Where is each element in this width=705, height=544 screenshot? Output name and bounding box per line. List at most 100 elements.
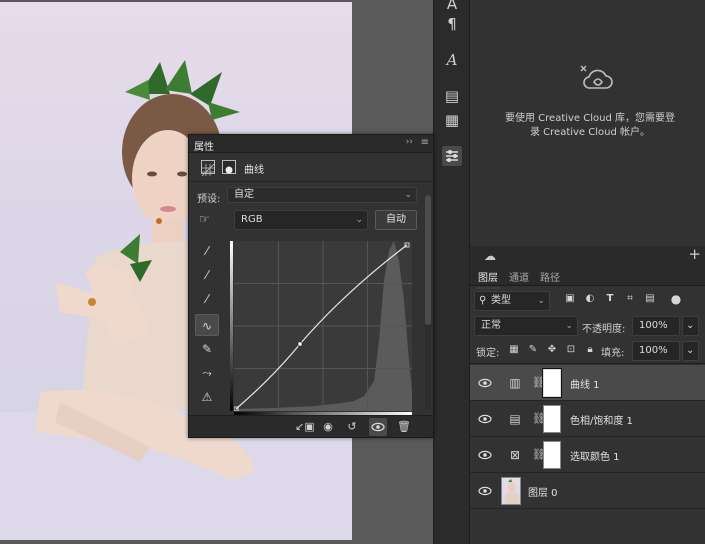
- tab-paths[interactable]: 路径: [540, 269, 560, 284]
- layer-image-thumbnail[interactable]: [501, 477, 521, 505]
- curves-adjustment-icon[interactable]: [201, 160, 215, 177]
- notes-icon[interactable]: ▦: [442, 110, 462, 130]
- chain-link-icon[interactable]: ⛓: [532, 411, 546, 427]
- preset-row: 预设: 自定 ⌄: [189, 187, 433, 205]
- lock-artboard-icon[interactable]: ⊡: [565, 344, 577, 356]
- layer-name[interactable]: 选取颜色 1: [570, 448, 620, 463]
- preset-value: 自定: [234, 189, 254, 200]
- opacity-dropdown[interactable]: ⌄: [682, 316, 699, 336]
- pencil-draw-icon[interactable]: ✎: [195, 338, 219, 360]
- blend-mode-value: 正常: [481, 320, 501, 331]
- visibility-eye-icon[interactable]: [478, 412, 492, 426]
- cloud-sync-icon[interactable]: ☁: [484, 249, 496, 263]
- clipping-warning-icon[interactable]: ⚠: [195, 386, 219, 408]
- chain-link-icon[interactable]: ⛓: [532, 447, 546, 463]
- photoshop-workspace: A ¶ A ▤ ▦ 要使用 Creative Cloud 库，您需要登录 Cre…: [0, 0, 705, 544]
- toggle-visibility-eye-icon[interactable]: [369, 418, 387, 436]
- delete-adjustment-icon[interactable]: 🗑︎: [395, 418, 413, 436]
- fill-dropdown[interactable]: ⌄: [682, 341, 699, 361]
- layer-mask-thumbnail[interactable]: [542, 368, 562, 398]
- visibility-eye-icon[interactable]: [478, 484, 492, 498]
- character-icon[interactable]: A: [442, 0, 462, 14]
- lock-transparent-icon[interactable]: ▦: [508, 344, 520, 356]
- chevron-down-icon: ⌄: [565, 321, 573, 331]
- panel-menu-icon[interactable]: ≡: [421, 137, 429, 148]
- layer-mask-thumbnail[interactable]: [543, 405, 561, 433]
- visibility-eye-icon[interactable]: [478, 448, 492, 462]
- layer-filter-select[interactable]: ⚲ 类型 ⌄: [474, 291, 550, 311]
- layer-filter-row: ⚲ 类型 ⌄ ▣ ◐ T ⌗ ▤ ●: [470, 288, 705, 312]
- properties-title: 属性: [194, 142, 214, 153]
- lock-image-icon[interactable]: ✎: [527, 344, 539, 356]
- output-gradient-bar: [230, 241, 233, 411]
- reset-adjustment-icon[interactable]: ↺: [343, 418, 361, 436]
- preset-select[interactable]: 自定 ⌄: [227, 187, 417, 203]
- layer-row-selective-color[interactable]: ⊠ ⛓ 选取颜色 1: [470, 437, 705, 473]
- chevron-down-icon: ⌄: [404, 190, 412, 200]
- add-icon[interactable]: +: [688, 245, 701, 263]
- properties-title-bar[interactable]: 属性 ›› ≡: [189, 135, 433, 153]
- cc-library-panel: 要使用 Creative Cloud 库，您需要登录 Creative Clou…: [470, 0, 705, 245]
- channel-value: RGB: [241, 214, 263, 225]
- adjustments-icon[interactable]: [442, 146, 462, 166]
- layer-name[interactable]: 曲线 1: [570, 376, 600, 391]
- auto-button[interactable]: 自动: [375, 210, 417, 230]
- edit-curve-points-icon[interactable]: ∿: [195, 314, 219, 336]
- curves-adjustment-icon: ▥: [509, 376, 521, 390]
- lock-all-icon[interactable]: 🔒︎: [584, 344, 596, 356]
- layers-tabs: 图层 通道 路径: [470, 266, 705, 289]
- pixel-filter-icon[interactable]: ▣: [564, 293, 576, 305]
- properties-scrollbar[interactable]: [425, 195, 431, 409]
- preset-label: 预设:: [197, 194, 221, 205]
- opacity-input[interactable]: 100%: [632, 316, 680, 336]
- target-adjustment-icon[interactable]: ☞: [199, 212, 210, 226]
- layer-name[interactable]: 色相/饱和度 1: [570, 412, 633, 427]
- filter-toggle-icon[interactable]: ●: [670, 293, 682, 305]
- hue-saturation-adjustment-icon: ▤: [509, 412, 521, 426]
- paragraph-icon[interactable]: ¶: [442, 14, 462, 34]
- tab-layers[interactable]: 图层: [476, 269, 500, 289]
- gray-point-eyedropper-icon[interactable]: ⁄: [195, 264, 219, 286]
- white-point-eyedropper-icon[interactable]: ⁄: [195, 288, 219, 310]
- layer-mask-thumbnail[interactable]: [543, 441, 561, 469]
- smooth-curve-icon[interactable]: ⤳: [195, 362, 219, 384]
- selective-color-adjustment-icon: ⊠: [509, 448, 521, 462]
- chevron-down-icon: ⌄: [686, 320, 695, 331]
- blend-mode-select[interactable]: 正常 ⌄: [474, 316, 578, 336]
- layer-row-curves[interactable]: ▥ ⛓ 曲线 1: [470, 365, 705, 401]
- chevron-down-icon: ⌄: [537, 296, 545, 306]
- layer-row-hue-saturation[interactable]: ▤ ⛓ 色相/饱和度 1: [470, 401, 705, 437]
- libraries-icon[interactable]: ▤: [442, 86, 462, 106]
- channel-select[interactable]: RGB ⌄: [234, 210, 368, 230]
- adjustment-filter-icon[interactable]: ◐: [584, 293, 596, 305]
- mask-icon[interactable]: [222, 160, 236, 174]
- smart-object-filter-icon[interactable]: ▤: [644, 293, 656, 305]
- shape-filter-icon[interactable]: ⌗: [624, 293, 636, 305]
- lock-position-icon[interactable]: ✥: [546, 344, 558, 356]
- properties-header: 曲线: [189, 154, 433, 182]
- curves-graph[interactable]: [233, 241, 412, 412]
- clip-to-layer-icon[interactable]: ↙▣: [295, 418, 315, 436]
- black-point-eyedropper-icon[interactable]: ⁄: [195, 240, 219, 262]
- layer-row-image[interactable]: 图层 0: [470, 473, 705, 509]
- collapse-icon[interactable]: ››: [406, 137, 413, 147]
- glyphs-icon[interactable]: A: [442, 50, 462, 70]
- view-previous-state-icon[interactable]: ◉: [319, 418, 337, 436]
- opacity-label: 不透明度:: [582, 324, 626, 335]
- visibility-eye-icon[interactable]: [478, 376, 492, 390]
- tab-channels[interactable]: 通道: [509, 269, 529, 284]
- chain-link-icon[interactable]: ⛓: [532, 375, 546, 391]
- fill-label: 填充:: [601, 348, 625, 359]
- lock-label: 锁定:: [476, 348, 500, 359]
- channel-row: ☞ RGB ⌄ 自动: [189, 209, 433, 231]
- blend-row: 正常 ⌄ 不透明度: 100% ⌄: [470, 314, 705, 338]
- filter-type-value: 类型: [491, 295, 511, 306]
- properties-panel: 属性 ›› ≡ 曲线 预设: 自定 ⌄ ☞ RGB ⌄ 自动 ⁄ ⁄ ⁄ ∿ ✎…: [188, 134, 434, 438]
- layer-name[interactable]: 图层 0: [528, 484, 558, 499]
- adjustment-name: 曲线: [244, 165, 264, 176]
- fill-input[interactable]: 100%: [632, 341, 680, 361]
- search-icon: ⚲: [479, 295, 487, 306]
- properties-bottom-bar: ↙▣ ◉ ↺ 🗑︎: [189, 415, 433, 437]
- type-filter-icon[interactable]: T: [604, 293, 616, 305]
- right-panels: 要使用 Creative Cloud 库，您需要登录 Creative Clou…: [470, 0, 705, 544]
